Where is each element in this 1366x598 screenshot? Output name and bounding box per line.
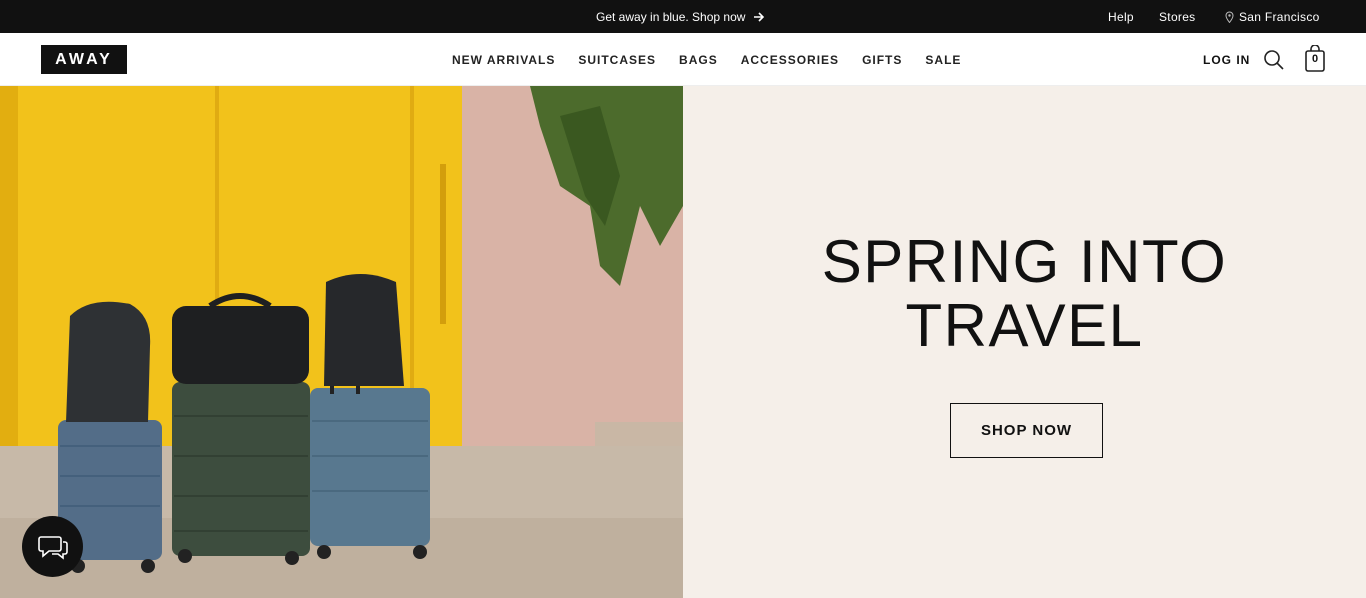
nav-sale[interactable]: SALE <box>925 53 961 67</box>
login-link[interactable]: LOG IN <box>1203 33 1250 86</box>
location-label: San Francisco <box>1239 9 1320 24</box>
shop-now-button[interactable]: SHOP NOW <box>950 403 1103 458</box>
nav-new-arrivals[interactable]: NEW ARRIVALS <box>452 53 555 67</box>
nav-gifts[interactable]: GIFTS <box>862 53 902 67</box>
hero-panel: SPRING INTO TRAVEL SHOP NOW <box>683 86 1366 598</box>
chat-button[interactable] <box>22 516 83 577</box>
location-selector[interactable]: San Francisco <box>1225 0 1320 33</box>
nav-accessories[interactable]: ACCESSORIES <box>741 53 839 67</box>
announcement-link[interactable]: Get away in blue. Shop now <box>596 0 765 33</box>
luggage-photo <box>0 86 683 598</box>
main-nav: NEW ARRIVALS SUITCASES BAGS ACCESSORIES … <box>452 33 961 86</box>
hero-headline: SPRING INTO TRAVEL <box>683 230 1366 358</box>
nav-suitcases[interactable]: SUITCASES <box>578 53 656 67</box>
nav-bags[interactable]: BAGS <box>679 53 718 67</box>
announcement-text: Get away in blue. Shop now <box>596 9 746 24</box>
cart-button[interactable]: 0 <box>1304 44 1326 73</box>
site-header: AWAY NEW ARRIVALS SUITCASES BAGS ACCESSO… <box>0 33 1366 86</box>
stores-link[interactable]: Stores <box>1159 0 1195 33</box>
map-pin-icon <box>1225 11 1234 23</box>
hero-image <box>0 86 683 598</box>
search-icon[interactable] <box>1263 49 1285 71</box>
chat-bubbles-icon <box>37 535 68 560</box>
cart-count: 0 <box>1311 53 1319 65</box>
away-logo[interactable]: AWAY <box>41 45 127 74</box>
help-link[interactable]: Help <box>1108 0 1134 33</box>
announcement-bar: Get away in blue. Shop now Help Stores S… <box>0 0 1366 33</box>
arrow-right-icon <box>754 11 765 22</box>
headline-line-1: SPRING INTO <box>821 228 1228 295</box>
headline-line-2: TRAVEL <box>905 292 1144 359</box>
